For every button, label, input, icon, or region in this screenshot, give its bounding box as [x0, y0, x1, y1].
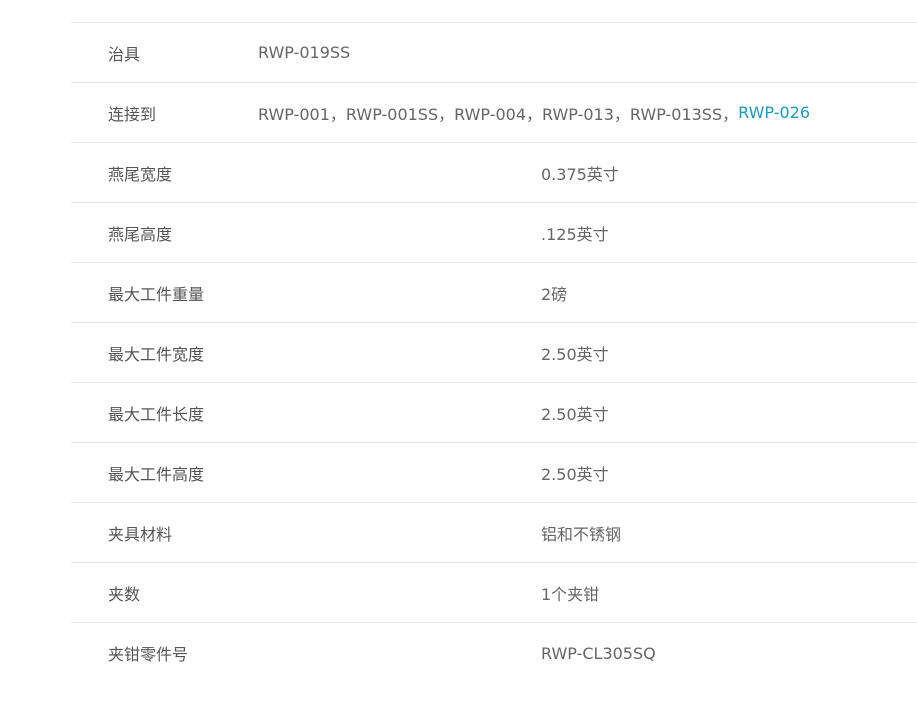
spec-value: RWP-CL305SQ [541, 643, 656, 663]
spec-value: .125英寸 [541, 224, 609, 244]
spec-row-fixture: 治具 RWP-019SS [71, 23, 917, 83]
spec-row-max-weight: 最大工件重量 2磅 [71, 263, 917, 323]
spec-row-clamp-part-number: 夹钳零件号 RWP-CL305SQ [71, 623, 917, 683]
spec-label: 最大工件宽度 [108, 344, 205, 364]
spec-value: 2磅 [541, 284, 568, 304]
spec-row-clamp-material: 夹具材料 铝和不锈钢 [71, 503, 917, 563]
spec-row-dovetail-width: 燕尾宽度 0.375英寸 [71, 143, 917, 203]
spec-row-dovetail-height: 燕尾高度 .125英寸 [71, 203, 917, 263]
spec-row-clamp-count: 夹数 1个夹钳 [71, 563, 917, 623]
spec-row-max-width: 最大工件宽度 2.50英寸 [71, 323, 917, 383]
connects-to-list: RWP-001，RWP-001SS，RWP-004，RWP-013，RWP-01… [258, 104, 739, 124]
spec-label: 最大工件长度 [108, 404, 205, 424]
spec-label: 燕尾高度 [108, 224, 173, 244]
spec-row-max-length: 最大工件长度 2.50英寸 [71, 383, 917, 443]
spec-value: RWP-019SS [258, 43, 351, 62]
spec-value: 2.50英寸 [541, 464, 609, 484]
spec-label: 燕尾宽度 [108, 164, 173, 184]
rwp-026-link[interactable]: RWP-026 [738, 103, 810, 122]
spec-label: 连接到 [108, 104, 157, 124]
spec-value: 铝和不锈钢 [541, 524, 622, 544]
spec-row-max-height: 最大工件高度 2.50英寸 [71, 443, 917, 503]
spec-label: 治具 [108, 44, 141, 64]
spec-row-connects-to: 连接到 RWP-001，RWP-001SS，RWP-004，RWP-013，RW… [71, 83, 917, 143]
spec-value: RWP-001，RWP-001SS，RWP-004，RWP-013，RWP-01… [258, 83, 810, 142]
spec-value: 0.375英寸 [541, 164, 619, 184]
spec-label: 最大工件重量 [108, 284, 205, 304]
spec-label: 夹钳零件号 [108, 645, 189, 664]
spec-label: 夹具材料 [108, 524, 173, 544]
spec-label: 夹数 [108, 584, 141, 604]
spec-table: 治具 RWP-019SS 连接到 RWP-001，RWP-001SS，RWP-0… [71, 22, 917, 683]
spec-value: 2.50英寸 [541, 404, 609, 424]
spec-label: 最大工件高度 [108, 464, 205, 484]
spec-value: 2.50英寸 [541, 344, 609, 364]
spec-value: 1个夹钳 [541, 584, 600, 604]
